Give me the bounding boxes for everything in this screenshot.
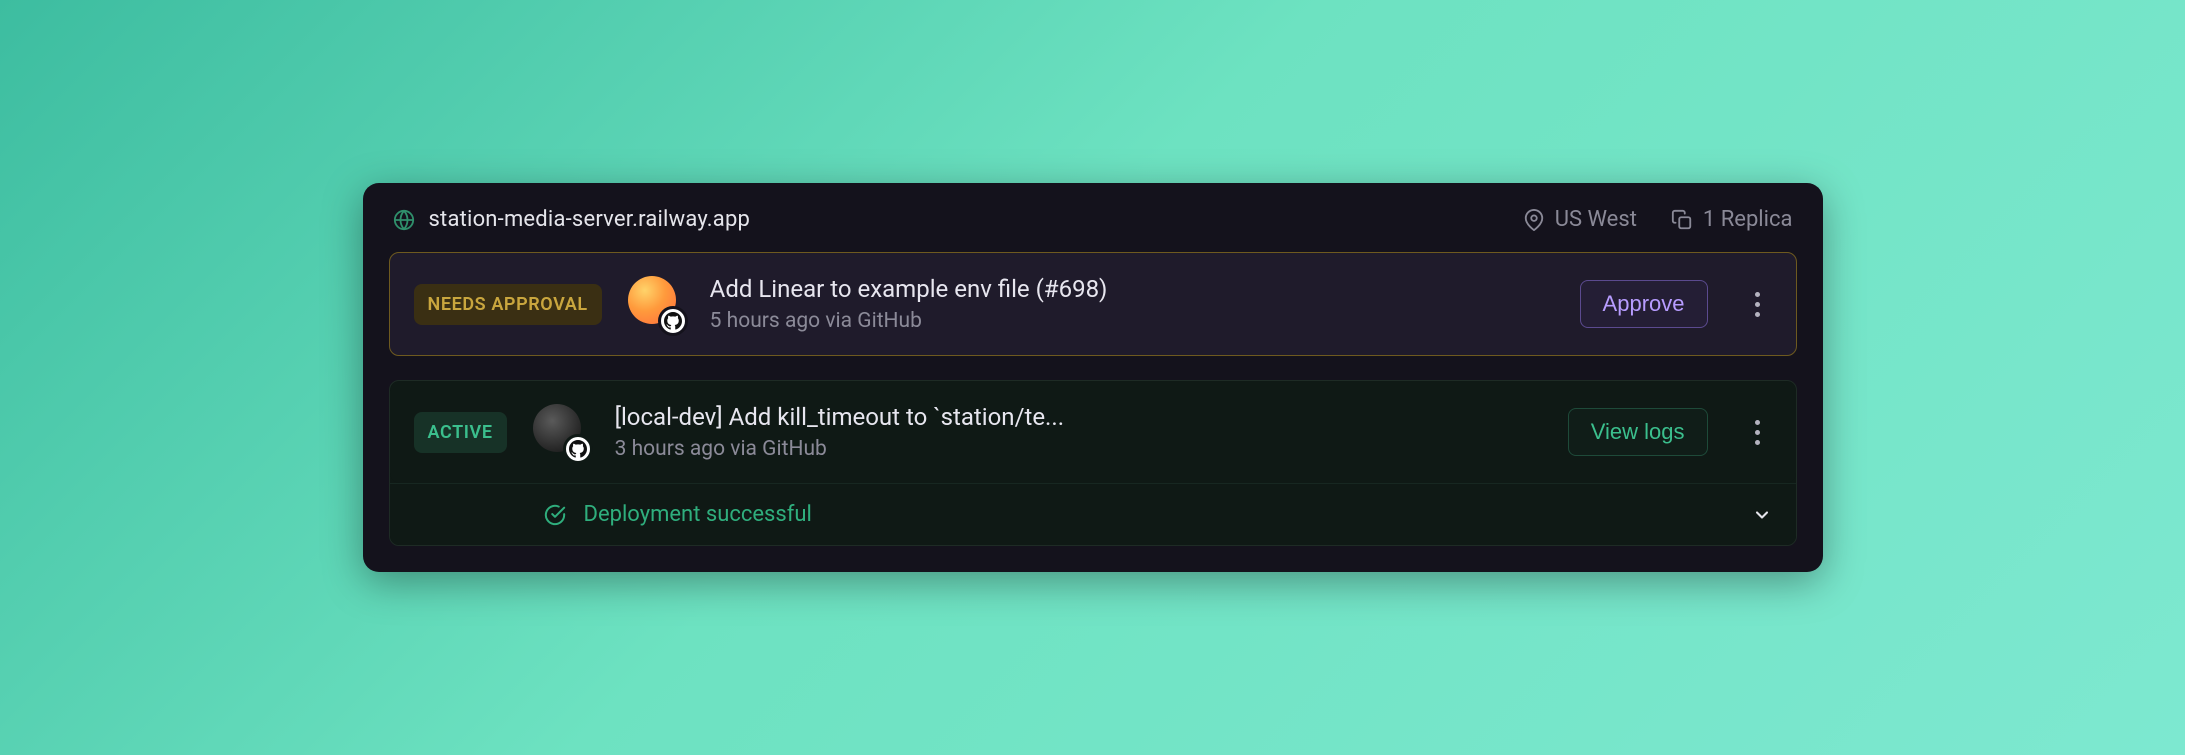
deployment-title: [local-dev] Add kill_timeout to `station… <box>615 403 1064 431</box>
replica-count[interactable]: 1 Replica <box>1703 207 1793 232</box>
status-badge: ACTIVE <box>414 412 507 453</box>
commit-avatar <box>533 404 589 460</box>
globe-icon <box>393 209 415 231</box>
region-label[interactable]: US West <box>1555 207 1637 232</box>
github-icon <box>658 306 688 336</box>
deployment-status-row[interactable]: Deployment successful <box>390 483 1796 545</box>
deployment-card-active[interactable]: ACTIVE [local-dev] Add kill_timeout to `… <box>390 381 1796 483</box>
deployment-info: [local-dev] Add kill_timeout to `station… <box>615 403 1064 461</box>
deployment-subtitle: 3 hours ago via GitHub <box>615 437 1064 461</box>
github-icon <box>563 434 593 464</box>
panel-header: station-media-server.railway.app US West… <box>389 207 1797 252</box>
more-menu-button[interactable] <box>1744 292 1772 317</box>
service-domain[interactable]: station-media-server.railway.app <box>429 207 751 232</box>
view-logs-button[interactable]: View logs <box>1568 408 1708 456</box>
deployment-subtitle: 5 hours ago via GitHub <box>710 309 1108 333</box>
deployment-card-pending[interactable]: NEEDS APPROVAL Add Linear to example env… <box>389 252 1797 356</box>
deployment-status-text: Deployment successful <box>584 502 812 527</box>
more-menu-button[interactable] <box>1744 420 1772 445</box>
header-meta: US West 1 Replica <box>1523 207 1793 232</box>
deployment-info: Add Linear to example env file (#698) 5 … <box>710 275 1108 333</box>
location-pin-icon <box>1523 209 1545 231</box>
approve-button[interactable]: Approve <box>1580 280 1708 328</box>
chevron-down-icon[interactable] <box>1752 505 1772 525</box>
check-circle-icon <box>544 504 566 526</box>
replica-icon <box>1671 209 1693 231</box>
deployment-card-active-group: ACTIVE [local-dev] Add kill_timeout to `… <box>389 380 1797 546</box>
commit-avatar <box>628 276 684 332</box>
service-panel: station-media-server.railway.app US West… <box>363 183 1823 572</box>
status-badge: NEEDS APPROVAL <box>414 284 602 325</box>
deployment-title: Add Linear to example env file (#698) <box>710 275 1108 303</box>
